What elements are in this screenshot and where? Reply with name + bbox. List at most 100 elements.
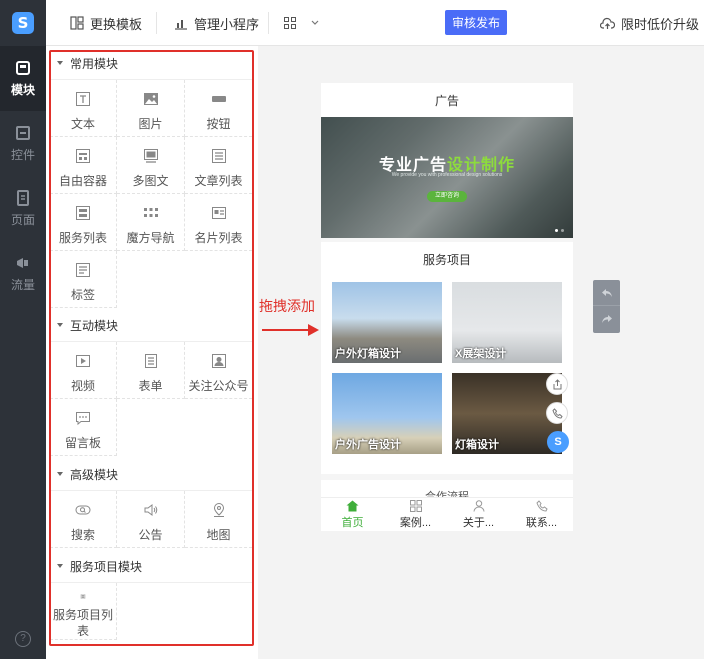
service-section: 服务项目 户外灯箱设计 X展架设计 户外广告设计 灯箱设计 <box>321 242 573 474</box>
bar-chart-icon <box>175 20 187 30</box>
module-card-list[interactable]: 名片列表 <box>185 194 252 251</box>
service-list-icon <box>76 206 90 220</box>
module-label: 文本 <box>70 117 95 131</box>
module-service-list[interactable]: 服务列表 <box>50 194 117 251</box>
caret-down-icon <box>57 323 63 327</box>
module-form[interactable]: 表单 <box>117 342 185 399</box>
nav-item-controls[interactable]: 控件 <box>0 111 46 176</box>
section-title-label: 互动模块 <box>70 318 119 333</box>
image-icon <box>143 93 158 105</box>
service-tile-outdoor-lightbox[interactable]: 户外灯箱设计 <box>332 282 442 363</box>
caret-down-icon <box>57 61 63 65</box>
redo-button[interactable] <box>593 306 620 332</box>
module-tag[interactable]: 标签 <box>50 251 117 308</box>
tab-contact[interactable]: 联系... <box>510 498 573 531</box>
tab-cases[interactable]: 案例... <box>384 498 447 531</box>
arrow-right-icon <box>262 324 319 336</box>
tile-caption: 灯箱设计 <box>455 439 499 451</box>
section-common-modules[interactable]: 常用模块 <box>52 48 252 78</box>
module-free-container[interactable]: 自由容器 <box>50 137 117 194</box>
module-grid-service-project: 服务项目列表 <box>50 582 252 640</box>
left-nav: S 模块 控件 页面 流量 ? <box>0 0 46 659</box>
module-multi-article[interactable]: 多图文 <box>117 137 185 194</box>
nav-item-pages[interactable]: 页面 <box>0 176 46 241</box>
logo-icon: S <box>12 12 34 34</box>
module-label: 魔方导航 <box>126 231 175 245</box>
section-advanced-modules[interactable]: 高级模块 <box>52 459 252 489</box>
call-button[interactable] <box>546 402 568 424</box>
module-article-list[interactable]: 文章列表 <box>185 137 252 194</box>
section-title-label: 常用模块 <box>70 56 119 71</box>
phone-icon <box>535 499 548 512</box>
module-label: 多图文 <box>132 174 169 188</box>
template-icon <box>70 16 84 30</box>
form-icon <box>144 354 157 368</box>
video-icon <box>76 355 90 367</box>
manage-miniprogram-label: 管理小程序 <box>194 16 260 32</box>
megaphone-icon <box>17 257 28 268</box>
module-notice[interactable]: 公告 <box>117 491 185 548</box>
service-grid: 户外灯箱设计 X展架设计 户外广告设计 灯箱设计 <box>321 276 573 454</box>
service-tile-outdoor-ad[interactable]: 户外广告设计 <box>332 373 442 454</box>
message-icon <box>76 412 90 426</box>
module-search[interactable]: 搜索 <box>50 491 117 548</box>
module-label: 文章列表 <box>194 174 243 188</box>
module-grid-common: 文本 图片 按钮 自由容器 多图文 文章列表 服务列表 魔方导航 名片列表 标签 <box>50 79 252 308</box>
module-message-board[interactable]: 留言板 <box>50 399 117 456</box>
change-template-button[interactable]: 更换模板 <box>70 0 142 46</box>
cube-nav-icon <box>143 208 158 217</box>
service-tile-x-stand[interactable]: X展架设计 <box>452 282 562 363</box>
tile-caption: 户外灯箱设计 <box>335 348 401 360</box>
undo-button[interactable] <box>593 280 620 306</box>
redo-icon <box>601 315 612 323</box>
module-image[interactable]: 图片 <box>117 80 185 137</box>
module-label: 自由容器 <box>58 174 107 188</box>
help-icon[interactable]: ? <box>15 631 31 647</box>
section-interactive-modules[interactable]: 互动模块 <box>52 310 252 340</box>
module-text[interactable]: 文本 <box>50 80 117 137</box>
share-icon <box>553 378 561 389</box>
app-logo[interactable]: S <box>0 0 46 46</box>
top-bar: 更换模板 管理小程序 审核发布 限时低价升级 <box>46 0 704 46</box>
card-list-icon <box>211 207 226 219</box>
nav-item-modules[interactable]: 模块 <box>0 46 46 111</box>
module-label: 地图 <box>206 528 231 542</box>
multi-article-icon <box>143 149 158 163</box>
share-button[interactable] <box>546 373 568 395</box>
module-label: 标签 <box>70 288 95 302</box>
module-service-project-list[interactable]: 服务项目列表 <box>50 583 117 640</box>
tab-about[interactable]: 关于... <box>447 498 510 531</box>
module-follow-official[interactable]: 关注公众号 <box>185 342 252 399</box>
section-service-project-modules[interactable]: 服务项目模块 <box>52 551 252 581</box>
module-label: 服务项目列表 <box>52 608 113 638</box>
brand-float-button[interactable]: S <box>547 431 569 453</box>
tab-home[interactable]: 首页 <box>321 498 384 531</box>
banner-cta-button[interactable]: 立即咨询 <box>427 191 467 202</box>
nav-item-traffic[interactable]: 流量 <box>0 241 46 306</box>
apps-menu-button[interactable] <box>284 0 326 46</box>
map-pin-icon <box>213 502 224 517</box>
carousel-dot[interactable] <box>561 229 564 232</box>
chevron-down-icon <box>311 20 319 25</box>
phone-preview: 广告 专业广告设计制作 We provide you with professi… <box>321 83 573 531</box>
carousel-dot[interactable] <box>555 229 558 232</box>
bottom-tab-bar: 首页 案例... 关于... 联系... <box>321 497 573 531</box>
cloud-upload-icon <box>600 17 615 29</box>
module-label: 表单 <box>138 379 163 393</box>
module-video[interactable]: 视频 <box>50 342 117 399</box>
ad-banner[interactable]: 专业广告设计制作 We provide you with professiona… <box>321 117 573 238</box>
module-map[interactable]: 地图 <box>185 491 252 548</box>
home-icon <box>346 500 359 511</box>
module-label: 搜索 <box>70 528 95 542</box>
module-cube-nav[interactable]: 魔方导航 <box>117 194 185 251</box>
drag-hint-label: 拖拽添加 <box>259 298 315 314</box>
manage-miniprogram-button[interactable]: 管理小程序 <box>174 0 259 46</box>
nav-item-label: 页面 <box>10 212 35 227</box>
module-button[interactable]: 按钮 <box>185 80 252 137</box>
grid-icon <box>284 17 296 29</box>
change-template-label: 更换模板 <box>90 16 143 32</box>
module-label: 名片列表 <box>194 231 243 245</box>
publish-button[interactable]: 审核发布 <box>445 10 507 35</box>
upgrade-button[interactable]: 限时低价升级 <box>600 0 699 46</box>
container-icon <box>76 149 90 163</box>
